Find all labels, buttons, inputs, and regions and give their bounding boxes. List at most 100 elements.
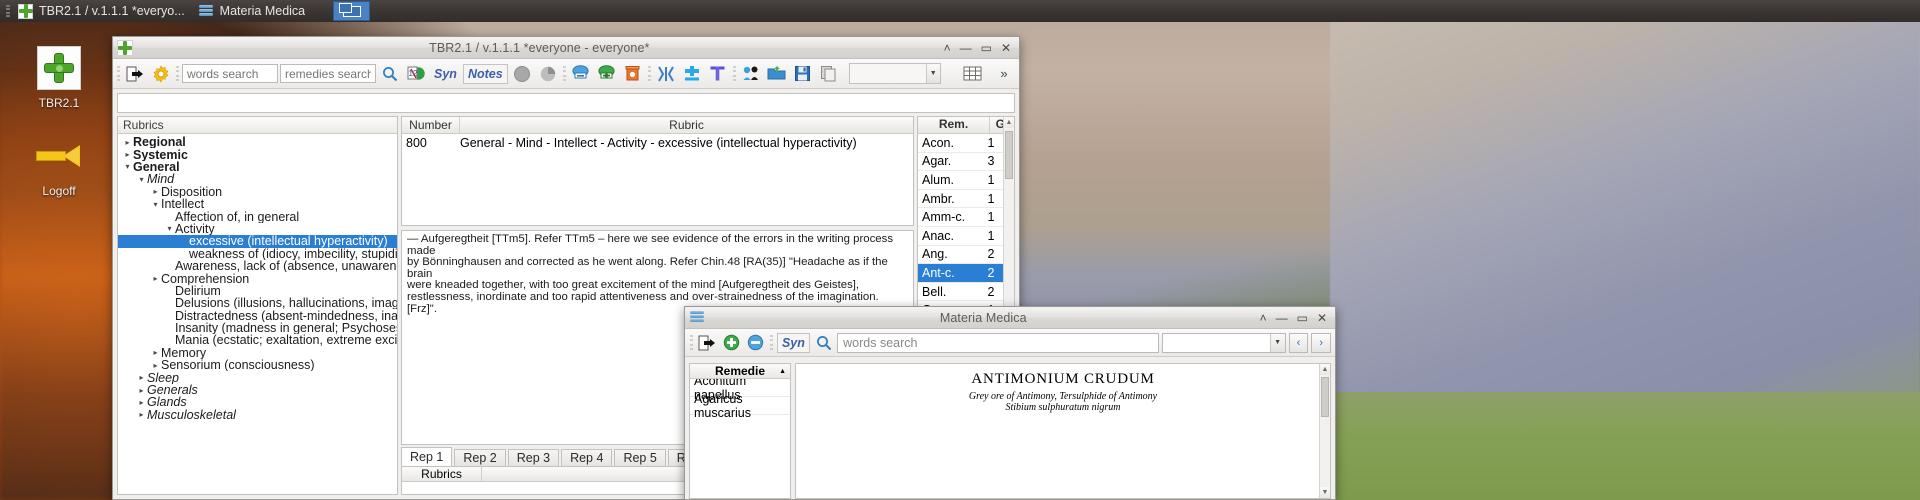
tree-item[interactable]: ▸ Comprehension [118,272,397,284]
chevron-right-icon[interactable]: ▸ [136,398,147,407]
tab-rep-5[interactable]: Rep 5 [614,449,666,466]
shade-button[interactable]: ˄ [944,42,951,54]
scrollbar-thumb[interactable] [1321,377,1329,417]
tree-item[interactable]: weakness of (idiocy, imbecility, stupidi… [118,248,397,260]
chevron-right-icon[interactable]: ▸ [150,187,161,196]
repertory-icon[interactable]: 12 [404,62,428,86]
tree-item[interactable]: ▾ Activity [118,223,397,235]
settings-gear-icon[interactable] [149,62,173,86]
mm-search-input[interactable]: words search [837,332,1159,353]
tree-item[interactable]: Mania (ecstatic; exaltation, extreme exc… [118,334,397,346]
tree-item[interactable]: ▸ Sleep [118,371,397,383]
mm-combo[interactable]: ▼ [1161,332,1286,353]
panel-grip-handle[interactable] [3,4,13,18]
scroll-up-icon[interactable]: ▲ [1320,364,1330,375]
mm-titlebar[interactable]: Materia Medica ˄ — ▭ ✕ [685,307,1335,329]
remedy-row[interactable]: Agar. 3 [918,153,1003,172]
restore-button[interactable]: ▭ [1297,312,1308,324]
search-icon[interactable] [813,331,834,355]
tab-rep-2[interactable]: Rep 2 [454,449,506,466]
tab-rep-4[interactable]: Rep 4 [561,449,613,466]
chevron-right-icon[interactable]: ▸ [122,150,133,159]
mm-syn-button[interactable]: Syn [776,332,810,353]
mm-remedies-header[interactable]: Remedie ▲ [690,364,790,379]
tbr-titlebar[interactable]: TBR2.1 / v.1.1.1 *everyone - everyone* ˄… [113,37,1019,59]
grid-icon[interactable] [961,62,985,86]
search-icon[interactable] [378,62,402,86]
chevron-down-icon[interactable]: ▾ [164,224,175,233]
notes-button[interactable]: Notes [462,63,508,84]
tree-item[interactable]: ▸ Disposition [118,186,397,198]
mm-remedy-rows[interactable]: Aconitum napellus Agaricus muscarius [690,374,790,420]
chevron-right-icon[interactable]: ▸ [122,138,133,147]
open-folder-icon[interactable] [765,62,789,86]
remedy-row[interactable]: Ang. 2 [918,246,1003,265]
tree-item[interactable]: excessive (intellectual hyperactivity) [118,235,397,248]
tree-item[interactable]: ▸ Sensorium (consciousness) [118,359,397,371]
remedy-row[interactable]: Anac. 1 [918,227,1003,246]
chevron-right-icon[interactable]: ▸ [150,348,161,357]
gray-circle-icon[interactable] [510,62,534,86]
shade-button[interactable]: ˄ [1260,312,1267,324]
mm-toolbar-grip-2[interactable] [769,333,774,353]
prev-button[interactable]: ‹ [1288,332,1309,353]
delete-icon[interactable] [621,62,645,86]
toolbar-overflow-button[interactable]: » [992,62,1016,86]
add-rubric-icon[interactable] [595,62,619,86]
chevron-down-icon[interactable]: ▾ [136,175,147,184]
add-icon[interactable] [721,331,742,355]
tree-item[interactable]: Distractedness (absent-mindedness, inatt… [118,309,397,321]
chevron-right-icon[interactable]: ▸ [136,410,147,419]
tree-item[interactable]: Insanity (madness in general; Psychoses) [118,322,397,334]
minimize-button[interactable]: — [960,42,972,54]
merge-icon[interactable] [654,62,678,86]
toolbar-combo[interactable]: ▼ [848,63,941,84]
chevron-right-icon[interactable]: ▸ [136,373,147,382]
tree-item[interactable]: Affection of, in general [118,210,397,222]
tree-item[interactable]: ▸ Generals [118,384,397,396]
taskbar-item-tbr[interactable]: TBR2.1 / v.1.1.1 *everyo... [13,0,194,22]
tree-item[interactable]: ▾ Mind [118,173,397,185]
tree-item[interactable]: ▸ Systemic [118,148,397,160]
desktop-icon-logoff[interactable]: Logoff [7,132,111,198]
table-row[interactable]: 800 General - Mind - Intellect - Activit… [402,134,913,150]
workspace-switcher[interactable] [333,1,370,21]
mm-article-scrollbar[interactable]: ▲ ▼ [1319,364,1330,498]
remedy-row[interactable]: Alum. 1 [918,171,1003,190]
taskbar-item-materia-medica[interactable]: Materia Medica [194,0,314,22]
desktop-icon-tbr[interactable]: TBR2.1 [7,44,111,110]
text-icon[interactable] [706,62,730,86]
tree-item[interactable]: Delusions (illusions, hallucinations, im… [118,297,397,309]
remedies-search-input[interactable] [280,64,376,83]
remedy-row[interactable]: Acon. 1 [918,134,1003,153]
next-button[interactable]: › [1311,332,1331,353]
toolbar-grip-3[interactable] [562,64,567,84]
chevron-down-icon[interactable]: ▾ [122,162,133,171]
tab-rep-3[interactable]: Rep 3 [507,449,560,466]
pie-chart-icon[interactable] [536,62,560,86]
remedy-row[interactable]: Ant-c. 2 [918,264,1003,283]
remove-icon[interactable] [745,331,766,355]
close-button[interactable]: ✕ [1317,312,1327,324]
toolbar-grip-4[interactable] [647,64,652,84]
column-header-rubric[interactable]: Rubric [460,117,913,133]
transfer-icon[interactable] [739,62,763,86]
tree-item[interactable]: Delirium [118,285,397,297]
mm-remedy-row[interactable]: Agaricus muscarius [690,392,790,420]
tree-item[interactable]: ▸ Memory [118,347,397,359]
rubrics-tree[interactable]: ▸ Regional ▸ Systemic ▾ General ▾ Mind ▸ Disposit… [118,134,397,423]
tab-rep-1[interactable]: Rep 1 [401,447,453,466]
toolbar-grip-2[interactable] [175,64,180,84]
mm-toolbar-grip[interactable] [689,333,694,353]
column-header-rubrics[interactable]: Rubrics [402,467,482,481]
chevron-right-icon[interactable]: ▸ [150,361,161,370]
scroll-up-icon[interactable]: ▲ [1004,117,1014,128]
minimize-button[interactable]: — [1276,312,1288,324]
scrollbar-thumb[interactable] [1005,131,1013,179]
export-icon[interactable] [123,62,147,86]
tree-item[interactable]: ▾ Intellect [118,198,397,210]
tree-item[interactable]: ▸ Glands [118,396,397,408]
close-button[interactable]: ✕ [1001,42,1011,54]
remove-rubric-icon[interactable] [569,62,593,86]
chevron-right-icon[interactable]: ▸ [136,386,147,395]
